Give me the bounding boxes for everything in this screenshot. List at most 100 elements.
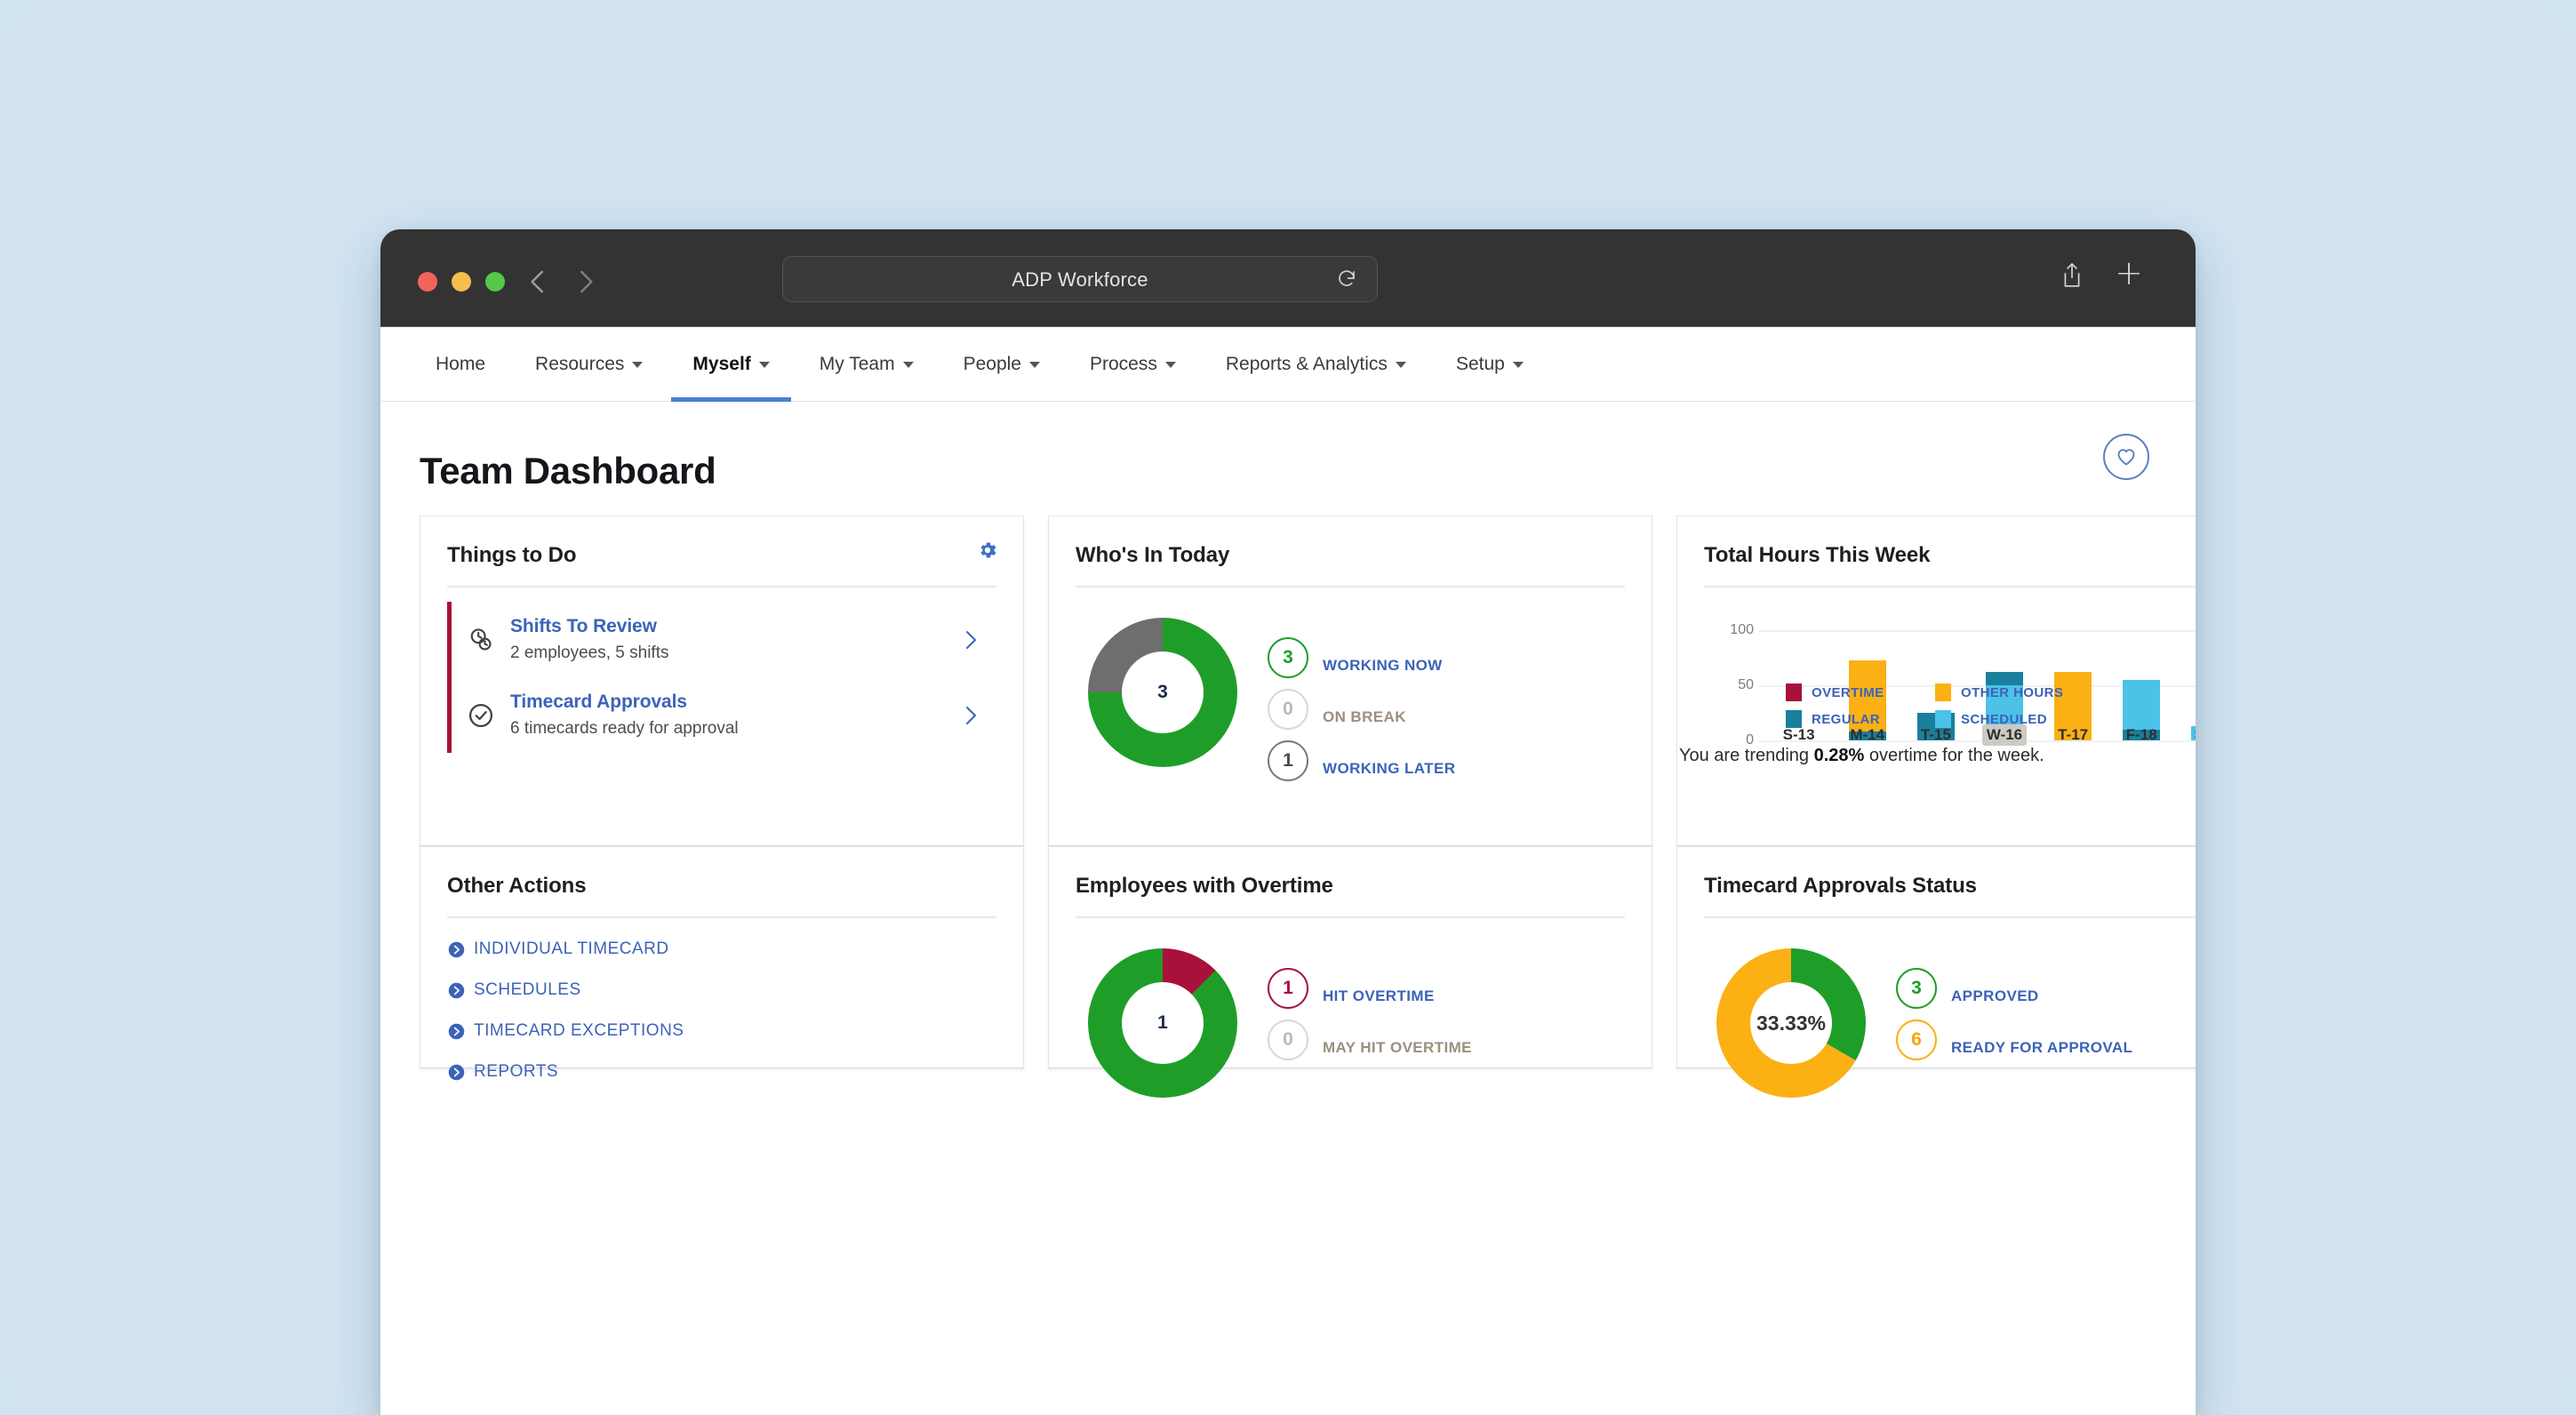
nav-item-label: My Team [819, 354, 895, 374]
legend-label: WORKING NOW [1323, 657, 1443, 674]
browser-window: ADP Workforce + Home Resources Myself My Te… [380, 229, 2196, 1415]
chart-legend-swatch [1786, 684, 1802, 701]
new-tab-icon[interactable]: + [2114, 256, 2144, 290]
favorite-button[interactable] [2103, 434, 2149, 480]
arrow-circle-right-icon [447, 1063, 466, 1082]
card-divider [1076, 586, 1625, 588]
chevron-right-icon[interactable] [959, 702, 982, 729]
chart-legend-label: OTHER HOURS [1961, 684, 2064, 700]
other-action-label: SCHEDULES [474, 980, 581, 999]
other-actions-list: INDIVIDUAL TIMECARD SCHEDULES TIMECARD EXC… [447, 939, 996, 1082]
chart-legend-label: OVERTIME [1812, 684, 1884, 700]
arrow-circle-right-icon [447, 940, 466, 959]
card-divider [1704, 586, 2196, 588]
card-title: Employees with Overtime [1076, 874, 1333, 898]
app-navigation-items: Home Resources Myself My Team People Process R… [380, 327, 1548, 402]
address-bar-title: ADP Workforce [1012, 268, 1148, 291]
card-divider [1704, 916, 2196, 918]
page-title: Team Dashboard [420, 450, 716, 492]
nav-item-my-team[interactable]: My Team [795, 327, 939, 402]
card-other-actions: Other Actions INDIVIDUAL TIMECARD SCHEDUL… [420, 846, 1024, 1081]
window-maximize-button[interactable] [485, 272, 505, 292]
card-title: Who's In Today [1076, 543, 1230, 567]
timecard-status-legend-row[interactable]: 3 APPROVED [1896, 963, 2132, 1014]
employees-overtime-chart-area: 1 1 HIT OVERTIME 0 MAY HIT OVERTIME [1076, 948, 1625, 1098]
nav-item-label: People [963, 354, 1021, 374]
share-icon[interactable] [2060, 261, 2084, 290]
check-circle-icon [466, 700, 496, 731]
chevron-down-icon [1164, 361, 1176, 368]
chart-x-label-wrap: F-18 [2108, 724, 2176, 746]
legend-label: READY FOR APPROVAL [1951, 1039, 2133, 1056]
chevron-right-icon[interactable] [959, 627, 982, 653]
legend-label: HIT OVERTIME [1323, 987, 1435, 1004]
employees-overtime-legend: 1 HIT OVERTIME 0 MAY HIT OVERTIME [1268, 963, 1472, 1066]
nav-item-home[interactable]: Home [411, 327, 510, 402]
chevron-down-icon [758, 361, 770, 368]
chart-legend-item[interactable]: OTHER HOURS [1935, 684, 2084, 701]
card-divider [447, 916, 996, 918]
chevron-right-icon[interactable] [569, 265, 603, 299]
card-title: Timecard Approvals Status [1704, 874, 1977, 898]
window-minimize-button[interactable] [452, 272, 471, 292]
heart-icon [2116, 446, 2137, 468]
trend-prefix: You are trending [1679, 746, 1814, 765]
chart-legend-item[interactable]: SCHEDULED [1935, 710, 2084, 728]
chart-x-label-wrap: S-19 [2176, 724, 2196, 746]
timecard-status-legend: 3 APPROVED 6 READY FOR APPROVAL [1896, 963, 2132, 1066]
card-things-to-do: Things to Do Shifts To Review 2 employees… [420, 516, 1024, 846]
nav-item-reports-analytics[interactable]: Reports & Analytics [1201, 327, 1431, 402]
things-to-do-item-text: Shifts To Review 2 employees, 5 shifts [510, 616, 959, 663]
nav-item-label: Process [1089, 354, 1157, 374]
trend-suffix: overtime for the week. [1864, 746, 2044, 765]
chart-legend-label: SCHEDULED [1961, 711, 2047, 727]
other-action-item[interactable]: REPORTS [447, 1062, 996, 1082]
legend-label: WORKING LATER [1323, 760, 1456, 777]
employees-overtime-legend-row[interactable]: 0 MAY HIT OVERTIME [1268, 1014, 1472, 1066]
nav-item-setup[interactable]: Setup [1431, 327, 1548, 402]
chart-legend-swatch [1935, 710, 1951, 728]
nav-item-label: Resources [535, 354, 625, 374]
chart-y-tick-label: 50 [1738, 677, 1754, 692]
chart-x-tick-label: S-19 [2189, 724, 2196, 746]
employees-overtime-legend-row[interactable]: 1 HIT OVERTIME [1268, 963, 1472, 1014]
card-title: Other Actions [447, 874, 587, 898]
whos-in-today-legend: 3 WORKING NOW 0 ON BREAK 1 WORKING LATER [1268, 632, 1455, 787]
whos-in-today-legend-row[interactable]: 3 WORKING NOW [1268, 632, 1455, 684]
browser-titlebar: ADP Workforce + [380, 229, 2196, 327]
other-action-item[interactable]: INDIVIDUAL TIMECARD [447, 939, 996, 959]
chart-legend-swatch [1935, 684, 1951, 701]
chart-legend-item[interactable]: OVERTIME [1786, 684, 1935, 701]
whos-in-today-chart-area: 3 3 WORKING NOW 0 ON BREAK 1 WORKING LATER [1076, 618, 1625, 787]
chevron-left-icon[interactable] [521, 265, 555, 299]
nav-item-resources[interactable]: Resources [510, 327, 668, 402]
nav-item-process[interactable]: Process [1065, 327, 1201, 402]
window-close-button[interactable] [418, 272, 437, 292]
whos-in-today-legend-row[interactable]: 0 ON BREAK [1268, 684, 1455, 735]
chart-legend-item[interactable]: REGULAR [1786, 710, 1935, 728]
reload-icon[interactable] [1336, 268, 1357, 290]
things-to-do-item[interactable]: Shifts To Review 2 employees, 5 shifts [452, 602, 996, 677]
chart-bar-segment [2123, 679, 2161, 730]
things-to-do-item-subtitle: 2 employees, 5 shifts [510, 644, 669, 662]
other-action-label: INDIVIDUAL TIMECARD [474, 939, 669, 958]
other-action-item[interactable]: TIMECARD EXCEPTIONS [447, 1021, 996, 1041]
legend-count-bubble: 6 [1896, 1019, 1937, 1060]
legend-count-bubble: 3 [1268, 637, 1308, 678]
donut-center-label: 33.33% [1750, 982, 1832, 1064]
address-bar[interactable]: ADP Workforce [782, 256, 1378, 302]
card-divider [1076, 916, 1625, 918]
app-navigation-bar: Home Resources Myself My Team People Process R… [380, 327, 2196, 402]
gear-icon[interactable] [977, 540, 998, 561]
nav-item-people[interactable]: People [939, 327, 1065, 402]
chevron-down-icon [632, 361, 644, 368]
things-to-do-item[interactable]: Timecard Approvals 6 timecards ready for … [452, 677, 996, 753]
other-action-label: TIMECARD EXCEPTIONS [474, 1021, 684, 1040]
other-action-item[interactable]: SCHEDULES [447, 980, 996, 1000]
card-timecard-approvals-status: Timecard Approvals Status 33.33% 3 APPROV… [1676, 846, 2196, 1098]
nav-item-myself[interactable]: Myself [668, 327, 794, 402]
chart-y-tick-label: 100 [1730, 622, 1754, 637]
legend-label: MAY HIT OVERTIME [1323, 1039, 1472, 1056]
whos-in-today-legend-row[interactable]: 1 WORKING LATER [1268, 735, 1455, 787]
timecard-status-legend-row[interactable]: 6 READY FOR APPROVAL [1896, 1014, 2132, 1066]
